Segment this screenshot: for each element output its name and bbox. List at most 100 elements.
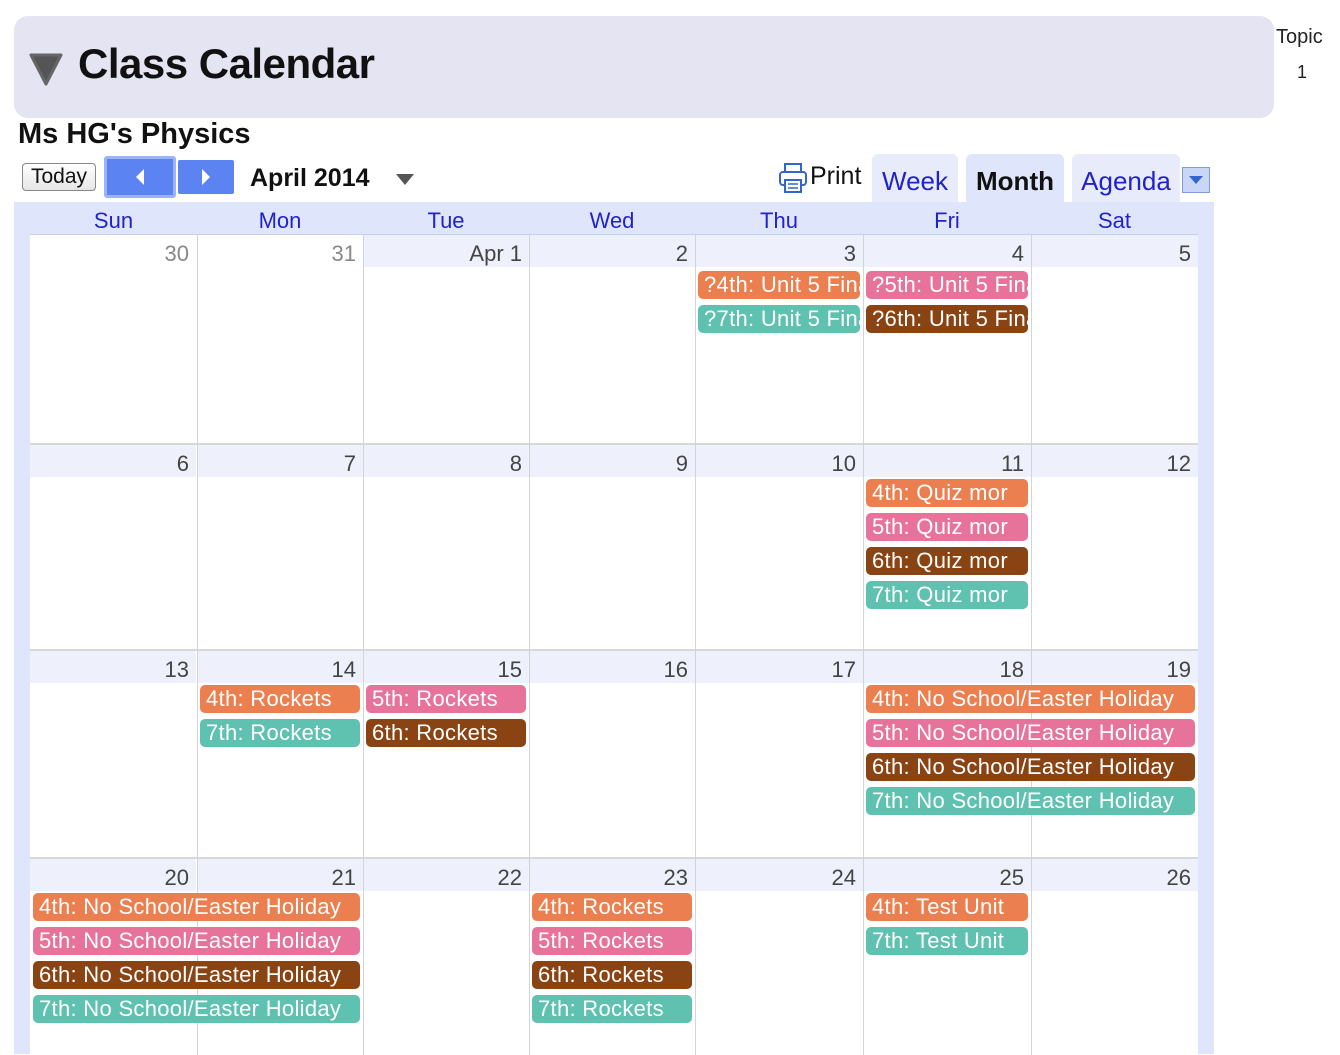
current-period-label: April 2014 bbox=[250, 164, 370, 192]
view-options-dropdown[interactable] bbox=[1182, 167, 1210, 193]
collapse-triangle-icon[interactable] bbox=[28, 52, 64, 86]
day-number[interactable]: Apr 1 bbox=[364, 241, 522, 267]
day-cell-header[interactable]: 23 bbox=[530, 859, 695, 891]
day-cell-header[interactable]: 13 bbox=[30, 651, 196, 683]
calendar-event[interactable]: 6th: No School/Easter Holiday bbox=[866, 753, 1195, 781]
tab-agenda[interactable]: Agenda bbox=[1072, 154, 1180, 202]
day-number[interactable]: 31 bbox=[198, 241, 356, 267]
day-cell-header[interactable]: 31 bbox=[198, 235, 363, 267]
day-number[interactable]: 25 bbox=[864, 865, 1024, 891]
day-divider bbox=[863, 443, 864, 649]
day-number[interactable]: 6 bbox=[30, 451, 189, 477]
calendar-event[interactable]: 4th: No School/Easter Holiday bbox=[33, 893, 360, 921]
day-cell-header[interactable]: 6 bbox=[30, 445, 196, 477]
day-cell-header[interactable]: 12 bbox=[1032, 445, 1198, 477]
calendar-event[interactable]: 7th: No School/Easter Holiday bbox=[33, 995, 360, 1023]
day-number[interactable]: 24 bbox=[696, 865, 856, 891]
day-cell-header[interactable]: 15 bbox=[364, 651, 529, 683]
calendar-event[interactable]: ?5th: Unit 5 Final bbox=[866, 271, 1028, 299]
day-cell-header[interactable]: 20 bbox=[30, 859, 196, 891]
calendar-event[interactable]: 4th: Test Unit bbox=[866, 893, 1028, 921]
day-cell-header[interactable]: 11 bbox=[864, 445, 1031, 477]
calendar-event[interactable]: 4th: Rockets bbox=[200, 685, 360, 713]
day-number[interactable]: 30 bbox=[30, 241, 189, 267]
calendar-event[interactable]: 7th: Rockets bbox=[532, 995, 692, 1023]
calendar-event[interactable]: 5th: Rockets bbox=[366, 685, 526, 713]
next-month-button[interactable] bbox=[178, 160, 234, 194]
day-cell-header[interactable]: Apr 1 bbox=[364, 235, 529, 267]
day-divider bbox=[529, 649, 530, 857]
day-cell-header[interactable]: 16 bbox=[530, 651, 695, 683]
week-row: 13 14 15 16 17 18 19 4th: Rockets 5th: Rockets 7t… bbox=[30, 649, 1198, 857]
day-divider bbox=[363, 649, 364, 857]
day-number[interactable]: 21 bbox=[198, 865, 356, 891]
day-cell-header[interactable]: 7 bbox=[198, 445, 363, 477]
calendar-event[interactable]: 6th: Rockets bbox=[366, 719, 526, 747]
dropdown-arrow-icon[interactable] bbox=[396, 174, 414, 186]
day-number[interactable]: 18 bbox=[864, 657, 1024, 683]
day-number[interactable]: 3 bbox=[696, 241, 856, 267]
calendar-event[interactable]: 5th: No School/Easter Holiday bbox=[866, 719, 1195, 747]
day-cell-header[interactable]: 26 bbox=[1032, 859, 1198, 891]
day-cell-header[interactable]: 18 bbox=[864, 651, 1031, 683]
day-divider bbox=[1031, 857, 1032, 1055]
day-cell-header[interactable]: 2 bbox=[530, 235, 695, 267]
day-cell-header[interactable]: 14 bbox=[198, 651, 363, 683]
calendar-event[interactable]: ?6th: Unit 5 Final bbox=[866, 305, 1028, 333]
day-number[interactable]: 2 bbox=[530, 241, 688, 267]
day-number[interactable]: 26 bbox=[1032, 865, 1191, 891]
calendar-event[interactable]: 7th: No School/Easter Holiday bbox=[866, 787, 1195, 815]
day-cell-header[interactable]: 9 bbox=[530, 445, 695, 477]
calendar-event[interactable]: 5th: No School/Easter Holiday bbox=[33, 927, 360, 955]
calendar-event[interactable]: 4th: Rockets bbox=[532, 893, 692, 921]
day-number[interactable]: 4 bbox=[864, 241, 1024, 267]
today-button[interactable]: Today bbox=[22, 163, 96, 191]
day-number[interactable]: 14 bbox=[198, 657, 356, 683]
calendar-event[interactable]: 6th: No School/Easter Holiday bbox=[33, 961, 360, 989]
day-cell-header[interactable]: 21 bbox=[198, 859, 363, 891]
day-number[interactable]: 10 bbox=[696, 451, 856, 477]
day-number[interactable]: 22 bbox=[364, 865, 522, 891]
calendar-event[interactable]: 7th: Test Unit bbox=[866, 927, 1028, 955]
weekday-sat: Sat bbox=[1097, 208, 1132, 233]
day-number[interactable]: 5 bbox=[1032, 241, 1191, 267]
calendar-event[interactable]: 5th: Quiz mor bbox=[866, 513, 1028, 541]
day-number[interactable]: 11 bbox=[864, 451, 1024, 477]
calendar-event[interactable]: ?4th: Unit 5 Final bbox=[698, 271, 860, 299]
day-cell-header[interactable]: 8 bbox=[364, 445, 529, 477]
tab-week[interactable]: Week bbox=[872, 154, 958, 202]
tab-month[interactable]: Month bbox=[966, 154, 1064, 202]
day-number[interactable]: 20 bbox=[30, 865, 189, 891]
day-number[interactable]: 13 bbox=[30, 657, 189, 683]
calendar-event[interactable]: ?7th: Unit 5 Final bbox=[698, 305, 860, 333]
day-cell-header[interactable]: 3 bbox=[696, 235, 863, 267]
calendar-event[interactable]: 4th: No School/Easter Holiday bbox=[866, 685, 1195, 713]
calendar-event[interactable]: 5th: Rockets bbox=[532, 927, 692, 955]
day-cell-header[interactable]: 4 bbox=[864, 235, 1031, 267]
calendar-event[interactable]: 6th: Quiz mor bbox=[866, 547, 1028, 575]
day-number[interactable]: 7 bbox=[198, 451, 356, 477]
calendar-event[interactable]: 7th: Quiz mor bbox=[866, 581, 1028, 609]
day-number[interactable]: 23 bbox=[530, 865, 688, 891]
day-cell-header[interactable]: 22 bbox=[364, 859, 529, 891]
day-number[interactable]: 12 bbox=[1032, 451, 1191, 477]
weekday-sun: Sun bbox=[93, 208, 134, 233]
day-cell-header[interactable]: 30 bbox=[30, 235, 196, 267]
day-number[interactable]: 15 bbox=[364, 657, 522, 683]
month-grid: 30 31 Apr 1 2 3 4 5 ?4th: Unit 5 Final ?5th: Uni… bbox=[30, 234, 1198, 1055]
day-number[interactable]: 16 bbox=[530, 657, 688, 683]
day-cell-header[interactable]: 17 bbox=[696, 651, 863, 683]
day-number[interactable]: 8 bbox=[364, 451, 522, 477]
calendar-event[interactable]: 6th: Rockets bbox=[532, 961, 692, 989]
day-cell-header[interactable]: 24 bbox=[696, 859, 863, 891]
day-number[interactable]: 17 bbox=[696, 657, 856, 683]
day-number[interactable]: 9 bbox=[530, 451, 688, 477]
day-number[interactable]: 19 bbox=[1032, 657, 1191, 683]
calendar-event[interactable]: 4th: Quiz mor bbox=[866, 479, 1028, 507]
calendar-event[interactable]: 7th: Rockets bbox=[200, 719, 360, 747]
day-cell-header[interactable]: 25 bbox=[864, 859, 1031, 891]
previous-month-button[interactable] bbox=[104, 156, 176, 198]
day-cell-header[interactable]: 10 bbox=[696, 445, 863, 477]
day-cell-header[interactable]: 19 bbox=[1032, 651, 1198, 683]
day-cell-header[interactable]: 5 bbox=[1032, 235, 1198, 267]
